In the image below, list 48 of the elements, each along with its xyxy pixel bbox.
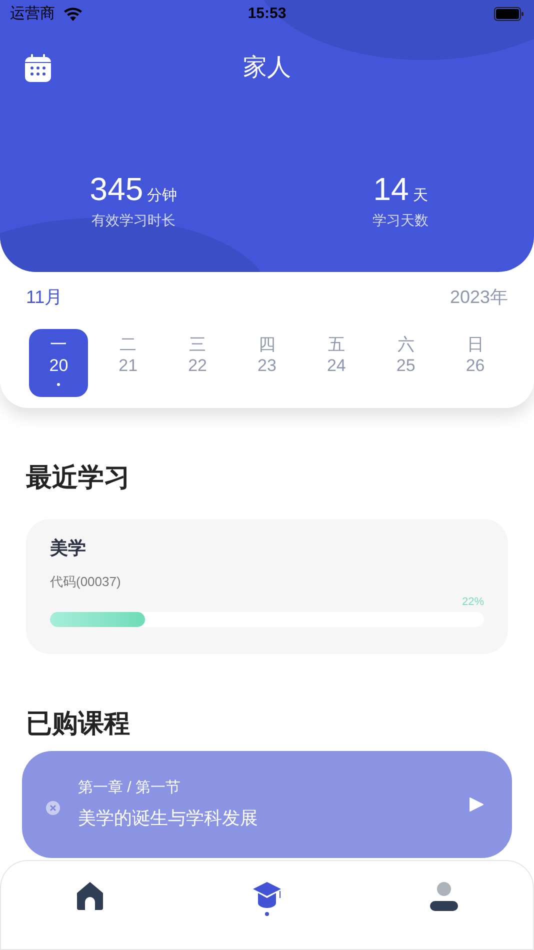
weekday-label: 三	[189, 335, 206, 355]
date-label: 24	[326, 355, 346, 377]
date-label: 23	[258, 355, 276, 377]
page-title: 家人	[243, 53, 291, 83]
date-label: 22	[188, 355, 208, 377]
battery-icon	[494, 7, 524, 21]
stat-label: 有效学习时长	[92, 210, 176, 230]
weekday-label: 二	[120, 335, 137, 355]
play-icon[interactable]	[469, 797, 484, 812]
course-card[interactable]: 美学 代码(00037) 22%	[26, 519, 508, 654]
day-tab[interactable]: 五 24	[306, 329, 366, 397]
course-title: 美学	[50, 537, 87, 560]
stat-unit: 分钟	[147, 186, 178, 206]
date-label: 20	[49, 355, 68, 377]
date-label: 26	[466, 355, 485, 377]
year-label: 2023年	[450, 286, 508, 309]
day-tab[interactable]: 六 25	[376, 329, 436, 397]
month-label: 11月	[26, 286, 63, 309]
day-tab[interactable]: 三 22	[168, 329, 228, 397]
course-code: 代码(00037)	[50, 573, 122, 591]
day-tab[interactable]: 四 23	[237, 329, 297, 397]
weekday-label: 四	[258, 335, 276, 355]
stat-value: 14	[373, 173, 409, 205]
carrier-name: 运营商	[10, 4, 55, 24]
weekday-label: 一	[50, 335, 68, 355]
calendar-icon[interactable]	[25, 54, 51, 82]
graduation-cap-icon	[252, 881, 282, 909]
weekday-label: 日	[466, 335, 484, 355]
weekday-label: 五	[328, 335, 345, 355]
section-heading: 已购课程	[25, 707, 131, 740]
user-icon	[430, 881, 458, 911]
stat-value: 345	[90, 173, 144, 205]
wifi-icon	[63, 6, 83, 22]
stat-unit: 天	[412, 186, 428, 206]
date-label: 25	[396, 355, 416, 377]
date-label: 21	[118, 355, 138, 377]
home-icon	[76, 881, 104, 911]
status-time: 15:53	[248, 4, 286, 24]
chapter-label: 第一章 / 第一节	[78, 778, 182, 798]
stat-label: 学习天数	[372, 210, 428, 230]
day-tab[interactable]: 二 21	[98, 329, 158, 397]
section-heading: 最近学习	[25, 461, 131, 494]
day-tab[interactable]: 一 20	[29, 329, 88, 397]
mini-player[interactable]: 第一章 / 第一节 美学的诞生与学科发展	[22, 751, 512, 858]
day-tab[interactable]: 日 26	[446, 329, 505, 397]
progress-percent: 22%	[460, 594, 484, 610]
weekday-label: 六	[397, 335, 414, 355]
lesson-title: 美学的诞生与学科发展	[78, 807, 259, 830]
